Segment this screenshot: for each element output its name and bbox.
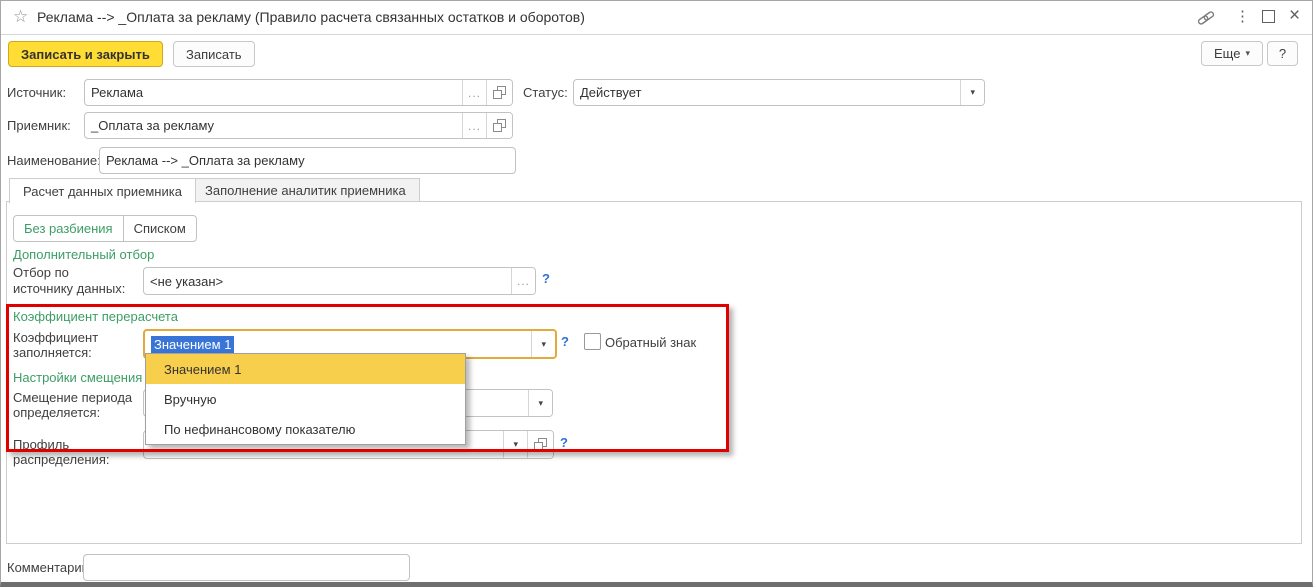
filter-label-line2: источнику данных: bbox=[13, 281, 125, 296]
coefficient-dropdown-list: Значением 1 Вручную По нефинансовому пок… bbox=[145, 353, 466, 445]
view-toggle: Без разбиения Списком bbox=[13, 215, 197, 242]
offset-label-line1: Смещение периода bbox=[13, 390, 132, 405]
reverse-sign-checkbox[interactable] bbox=[584, 333, 601, 350]
chevron-down-icon[interactable]: ▾ bbox=[503, 431, 527, 458]
favorite-star-icon[interactable]: ☆ bbox=[13, 7, 28, 27]
status-label: Статус: bbox=[523, 85, 568, 100]
title-bar: ☆ Реклама --> _Оплата за рекламу (Правил… bbox=[1, 1, 1312, 35]
status-combobox[interactable]: Действует ▾ bbox=[573, 79, 985, 106]
section-title-additional-filter: Дополнительный отбор bbox=[13, 247, 154, 262]
coefficient-label-line1: Коэффициент bbox=[13, 330, 98, 345]
coefficient-label-line2: заполняется: bbox=[13, 345, 92, 360]
tab-receiver-analytics-fill[interactable]: Заполнение аналитик приемника bbox=[191, 178, 420, 202]
maximize-icon[interactable] bbox=[1262, 10, 1275, 26]
receiver-input[interactable]: _Оплата за рекламу ... bbox=[84, 112, 513, 139]
more-button-label: Еще bbox=[1214, 46, 1240, 61]
selected-text: Значением 1 bbox=[151, 336, 234, 353]
open-icon[interactable] bbox=[527, 431, 553, 458]
source-label: Источник: bbox=[7, 85, 66, 100]
comment-value[interactable] bbox=[84, 555, 409, 580]
profile-help-link[interactable]: ? bbox=[560, 435, 568, 450]
coefficient-help-link[interactable]: ? bbox=[561, 334, 569, 349]
save-button[interactable]: Записать bbox=[173, 41, 255, 67]
window: ☆ Реклама --> _Оплата за рекламу (Правил… bbox=[0, 0, 1313, 587]
open-icon[interactable] bbox=[486, 80, 512, 105]
dropdown-item-nonfinancial[interactable]: По нефинансовому показателю bbox=[146, 414, 465, 444]
filter-placeholder[interactable]: <не указан> bbox=[144, 268, 511, 294]
chevron-down-icon: ▾ bbox=[1245, 48, 1250, 59]
choose-ellipsis-icon[interactable]: ... bbox=[511, 268, 535, 294]
offset-label-line2: определяется: bbox=[13, 405, 100, 420]
comment-label: Комментарий: bbox=[7, 560, 93, 575]
section-title-coefficient: Коэффициент перерасчета bbox=[13, 309, 178, 324]
name-label: Наименование: bbox=[7, 153, 101, 168]
choose-ellipsis-icon[interactable]: ... bbox=[462, 113, 486, 138]
comment-input[interactable] bbox=[83, 554, 410, 581]
link-icon[interactable] bbox=[1196, 11, 1216, 25]
filter-label-line1: Отбор по bbox=[13, 265, 69, 280]
section-title-offset: Настройки смещения bbox=[13, 370, 142, 385]
source-value[interactable]: Реклама bbox=[85, 80, 462, 105]
chevron-down-icon[interactable]: ▾ bbox=[960, 80, 984, 105]
choose-ellipsis-icon[interactable]: ... bbox=[462, 80, 486, 105]
name-value[interactable]: Реклама --> _Оплата за рекламу bbox=[100, 148, 515, 173]
save-and-close-button[interactable]: Записать и закрыть bbox=[8, 41, 163, 67]
filter-help-link[interactable]: ? bbox=[542, 271, 550, 286]
more-dots-icon[interactable]: ⋮ bbox=[1235, 7, 1250, 25]
reverse-sign-label: Обратный знак bbox=[605, 335, 696, 350]
help-button[interactable]: ? bbox=[1267, 41, 1298, 66]
status-value[interactable]: Действует bbox=[574, 80, 960, 105]
view-toggle-list[interactable]: Списком bbox=[123, 216, 196, 241]
name-input[interactable]: Реклама --> _Оплата за рекламу bbox=[99, 147, 516, 174]
chevron-down-icon[interactable]: ▾ bbox=[531, 331, 555, 357]
receiver-label: Приемник: bbox=[7, 118, 71, 133]
open-icon[interactable] bbox=[486, 113, 512, 138]
receiver-value[interactable]: _Оплата за рекламу bbox=[85, 113, 462, 138]
chevron-down-icon[interactable]: ▾ bbox=[528, 390, 552, 416]
data-source-filter-input[interactable]: <не указан> ... bbox=[143, 267, 536, 295]
tab-receiver-data-calc[interactable]: Расчет данных приемника bbox=[9, 178, 196, 203]
close-icon[interactable]: × bbox=[1289, 5, 1300, 27]
dropdown-item-manual[interactable]: Вручную bbox=[146, 384, 465, 414]
profile-label-line1: Профиль bbox=[13, 437, 69, 452]
window-title: Реклама --> _Оплата за рекламу (Правило … bbox=[37, 9, 585, 25]
dropdown-item-value1[interactable]: Значением 1 bbox=[146, 354, 465, 384]
more-button[interactable]: Еще ▾ bbox=[1201, 41, 1263, 66]
view-toggle-no-split[interactable]: Без разбиения bbox=[14, 216, 123, 241]
profile-label-line2: распределения: bbox=[13, 452, 109, 467]
source-input[interactable]: Реклама ... bbox=[84, 79, 513, 106]
